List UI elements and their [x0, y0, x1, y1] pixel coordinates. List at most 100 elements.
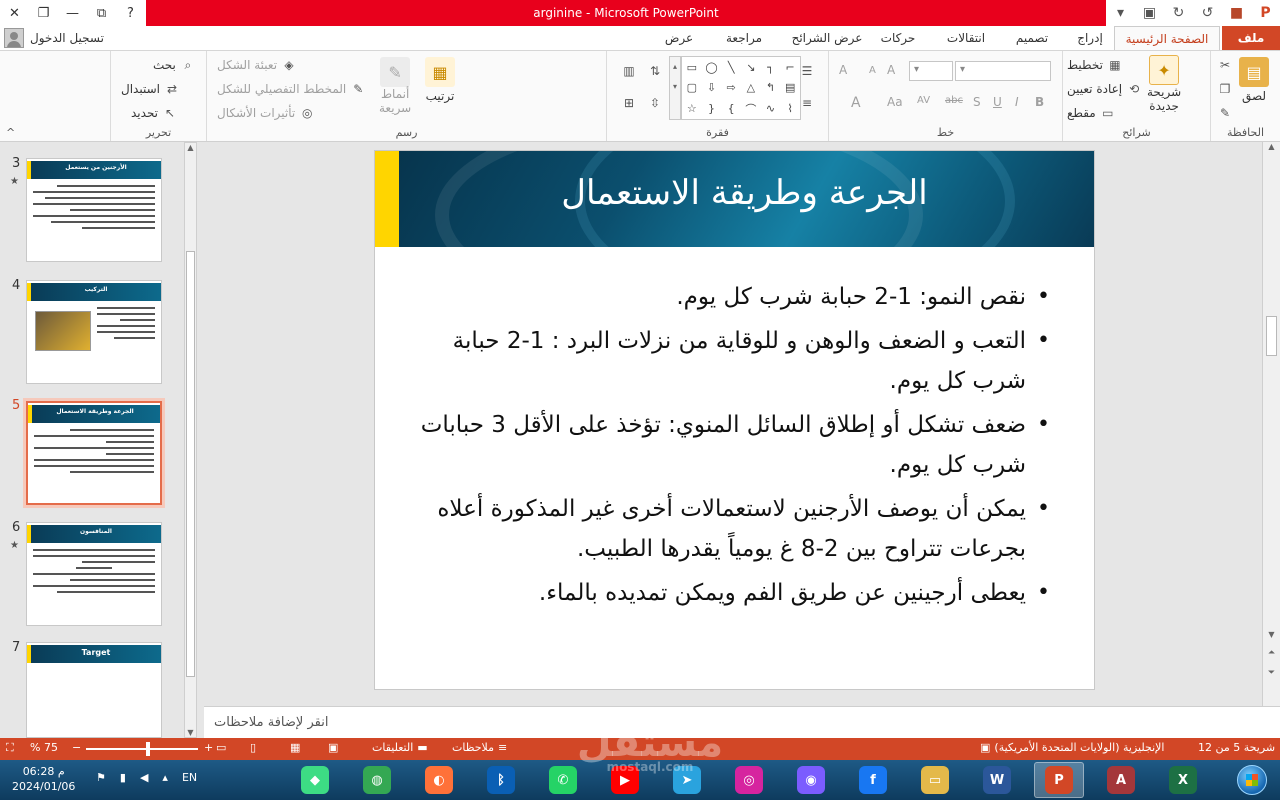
comments-button[interactable]: ▬ التعليقات	[372, 741, 428, 754]
help-button[interactable]: ?	[116, 0, 145, 26]
tab-view[interactable]: عرض	[656, 26, 702, 50]
input-language[interactable]: EN	[182, 771, 197, 784]
shrink-font-button[interactable]: A	[869, 65, 876, 76]
new-slide-button[interactable]: ✦ شريحة جديدة	[1147, 55, 1181, 113]
tab-transitions[interactable]: انتقالات	[936, 26, 996, 50]
firefox-app[interactable]: ◐	[414, 762, 464, 798]
font-size-box[interactable]: ▾	[909, 61, 953, 81]
language-indicator[interactable]: الإنجليزية (الولايات المتحدة الأمريكية) …	[980, 741, 1164, 754]
font-color-button[interactable]: A	[851, 95, 861, 111]
columns-icon[interactable]: ▥	[621, 63, 637, 79]
shape-fill-button[interactable]: ◈ تعبئة الشكل	[217, 57, 297, 73]
minimize-button[interactable]: —	[58, 0, 87, 26]
line-shape-icon[interactable]: ╲	[721, 57, 741, 78]
clear-format-button[interactable]: A	[839, 63, 847, 77]
smartart-icon[interactable]: ⊞	[621, 95, 637, 111]
shape-effects-button[interactable]: ◎ تأثيرات الأشكال	[217, 105, 315, 121]
brace-shape-icon[interactable]: }	[702, 98, 722, 119]
change-case-button[interactable]: Aa	[887, 95, 903, 109]
strikethrough-button[interactable]: abc	[945, 95, 963, 106]
quick-styles-button[interactable]: ✎ أنماط سريعة	[379, 57, 411, 115]
scroll-up-icon[interactable]: ▲	[185, 143, 196, 152]
zoom-level[interactable]: 75 %	[30, 741, 58, 754]
scroll-up-icon[interactable]: ▲	[1263, 142, 1280, 151]
explorer-app[interactable]: ▭	[910, 762, 960, 798]
select-button[interactable]: ↖ تحديد	[131, 105, 178, 121]
android-app[interactable]: ◆	[290, 762, 340, 798]
paste-button[interactable]: ▤ لصق	[1239, 57, 1269, 103]
slideshow-view-icon[interactable]: ▭	[216, 741, 226, 754]
signin-label[interactable]: تسجيل الدخول	[30, 31, 104, 45]
current-slide[interactable]: الجرعة وطريقة الاستعمال نقص النمو: 1-2 ح…	[374, 150, 1095, 690]
zoom-in-button[interactable]: +	[204, 741, 213, 754]
notes-placeholder[interactable]: انقر لإضافة ملاحظات	[214, 715, 328, 730]
align-right-icon[interactable]: ≡	[799, 95, 815, 111]
arrange-button[interactable]: ▦ ترتيب	[425, 57, 455, 103]
telegram-app[interactable]: ➤	[662, 762, 712, 798]
curve-shape-icon[interactable]: ⌐	[780, 57, 800, 78]
brace-left-shape-icon[interactable]: {	[721, 98, 741, 119]
slide-thumbnail-6[interactable]: المنافسون	[26, 522, 162, 626]
freeform-shape-icon[interactable]: ⌇	[780, 98, 800, 119]
word-app[interactable]: W	[972, 762, 1022, 798]
chrome-app[interactable]: ◍	[352, 762, 402, 798]
align-text-icon[interactable]: ⇳	[647, 95, 663, 111]
star-shape-icon[interactable]: ☆	[682, 98, 702, 119]
reset-button[interactable]: ⟲ إعادة تعيين	[1067, 81, 1142, 97]
char-spacing-button[interactable]: AV	[917, 95, 930, 106]
customize-qat-icon[interactable]: ▾	[1111, 3, 1131, 23]
next-slide-icon[interactable]: ⏷	[1263, 668, 1280, 678]
rounded-rect-shape-icon[interactable]: ▢	[682, 78, 702, 99]
arc-shape-icon[interactable]: ⌒	[741, 98, 761, 119]
cut-icon[interactable]: ✂	[1217, 57, 1233, 73]
format-painter-icon[interactable]: ✎	[1217, 105, 1233, 121]
ribbon-display-options-icon[interactable]: ⧉	[87, 0, 116, 26]
instagram-app[interactable]: ◎	[724, 762, 774, 798]
textbox-shape-icon[interactable]: ▤	[780, 78, 800, 99]
redo-icon[interactable]: ↻	[1169, 3, 1189, 23]
fit-slide-icon[interactable]: ⛶	[6, 741, 14, 755]
shapes-scroll[interactable]: ▴ ▾	[669, 56, 681, 120]
bullet-item[interactable]: التعب و الضعف والوهن و للوقاية من نزلات …	[415, 321, 1054, 401]
copy-icon[interactable]: ❐	[1217, 81, 1233, 97]
close-button[interactable]: ✕	[0, 0, 29, 26]
scroll-down-icon[interactable]: ▼	[1263, 630, 1280, 639]
collapse-ribbon-icon[interactable]: ^	[6, 126, 15, 139]
tab-file[interactable]: ملف	[1222, 26, 1280, 50]
bluetooth-app[interactable]: ᛒ	[476, 762, 526, 798]
zoom-slider[interactable]	[86, 748, 198, 750]
network-icon[interactable]: ▮	[120, 771, 126, 784]
tab-review[interactable]: مراجعة	[714, 26, 774, 50]
slide-thumbnail-7[interactable]: Target	[26, 642, 162, 738]
find-button[interactable]: ⌕ بحث	[153, 57, 196, 73]
bold-button[interactable]: B	[1035, 95, 1044, 109]
slide-title[interactable]: الجرعة وطريقة الاستعمال	[415, 173, 1074, 213]
whatsapp-app[interactable]: ✆	[538, 762, 588, 798]
thumbnails-scroll-thumb[interactable]	[186, 251, 195, 677]
access-app[interactable]: A	[1096, 762, 1146, 798]
bullet-item[interactable]: يعطى أرجينين عن طريق الفم ويمكن تمديده ب…	[415, 573, 1054, 613]
bullet-item[interactable]: نقص النمو: 1-2 حبابة شرب كل يوم.	[415, 277, 1054, 317]
notes-pane[interactable]: انقر لإضافة ملاحظات	[204, 706, 1280, 738]
thumbnails-scrollbar[interactable]: ▲ ▼	[184, 142, 197, 738]
restore-button[interactable]: ❐	[29, 0, 58, 26]
right-arrow-shape-icon[interactable]: ⇨	[721, 78, 741, 99]
excel-app[interactable]: X	[1158, 762, 1208, 798]
slide-thumbnail-4[interactable]: التركيب	[26, 280, 162, 384]
shape-outline-button[interactable]: ✎ المخطط التفصيلي للشكل	[217, 81, 366, 97]
tab-home[interactable]: الصفحة الرئيسية	[1114, 26, 1220, 50]
youtube-app[interactable]: ▶	[600, 762, 650, 798]
clock[interactable]: 06:28 م 2024/01/06	[12, 764, 75, 794]
shadow-button[interactable]: S	[973, 95, 981, 109]
slide-thumbnail-3[interactable]: الأرجنين من يستعمل	[26, 158, 162, 262]
tray-expand-icon[interactable]: ▴	[162, 771, 168, 784]
slide-scroll-thumb[interactable]	[1266, 316, 1277, 356]
slideshow-icon[interactable]: ▣	[1140, 3, 1160, 23]
normal-view-icon[interactable]: ▣	[328, 741, 338, 754]
down-arrow-shape-icon[interactable]: ⇩	[702, 78, 722, 99]
tab-insert[interactable]: إدراج	[1068, 26, 1112, 50]
italic-button[interactable]: I	[1015, 95, 1019, 109]
arrow-line-shape-icon[interactable]: ↘	[741, 57, 761, 78]
zoom-slider-handle[interactable]	[145, 742, 150, 756]
sorter-view-icon[interactable]: ▦	[290, 741, 300, 754]
